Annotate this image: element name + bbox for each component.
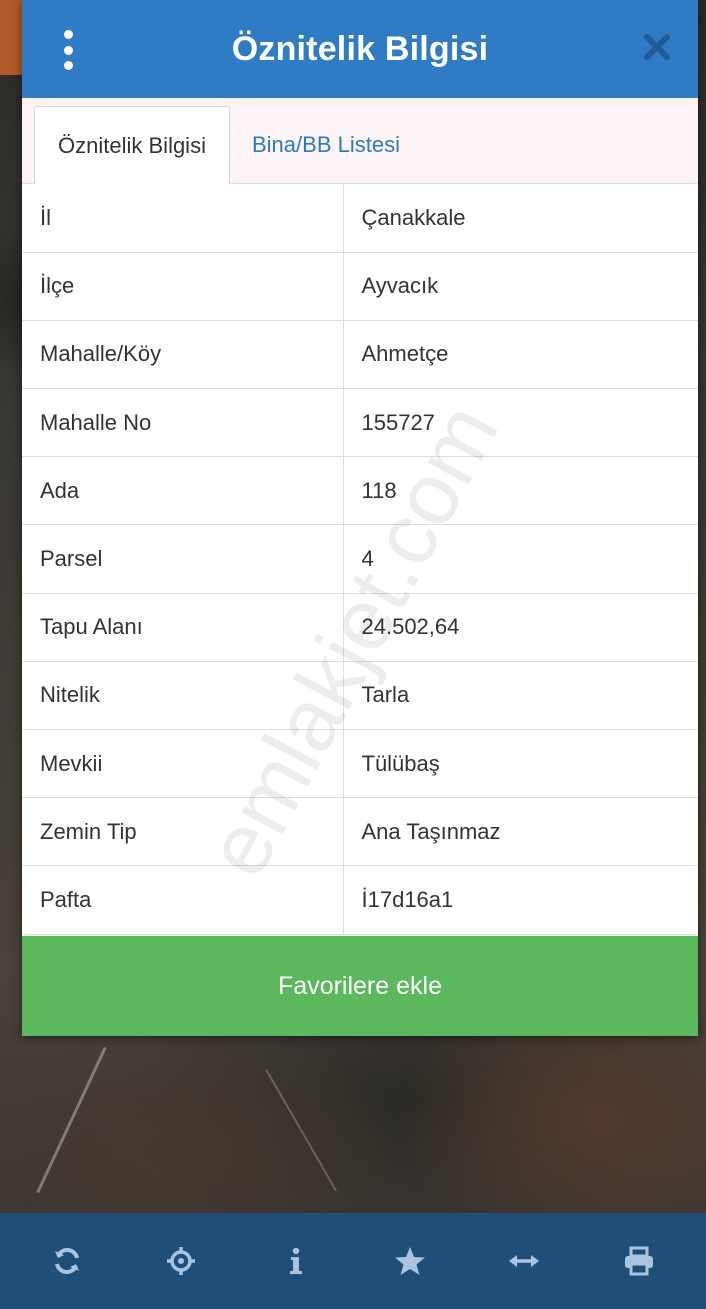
attribute-value: Tarla — [343, 661, 698, 731]
map-road — [265, 1068, 337, 1192]
table-row: Nitelik Tarla — [22, 661, 698, 731]
attribute-value: Çanakkale — [343, 184, 698, 253]
measure-icon[interactable] — [494, 1231, 554, 1291]
attribute-key: Mahalle/Köy — [22, 320, 344, 390]
attribute-table: İl Çanakkale İlçe Ayvacık Mahalle/Köy Ahmetçe… — [22, 184, 698, 935]
attribute-key: Zemin Tip — [22, 797, 344, 867]
dialog-header: Öznitelik Bilgisi — [22, 0, 698, 98]
attribute-key: Pafta — [22, 865, 344, 935]
attribute-value: 24.502,64 — [343, 593, 698, 662]
attribute-value: İ17d16a1 — [343, 865, 698, 935]
table-row: Mahalle No 155727 — [22, 388, 698, 458]
bottom-toolbar — [0, 1213, 706, 1309]
attribute-key: Nitelik — [22, 661, 344, 731]
table-row: Zemin Tip Ana Taşınmaz — [22, 797, 698, 867]
map-feature — [0, 0, 22, 75]
add-to-favorites-button[interactable]: Favorilere ekle — [22, 936, 698, 1036]
star-icon[interactable] — [380, 1231, 440, 1291]
table-row: İl Çanakkale — [22, 184, 698, 253]
more-menu-icon[interactable] — [56, 30, 80, 70]
print-icon[interactable] — [609, 1231, 669, 1291]
attribute-value: Tülübaş — [343, 729, 698, 799]
attribute-key: Mevkii — [22, 729, 344, 799]
attribute-key: İlçe — [22, 252, 344, 321]
attribute-value: 4 — [343, 524, 698, 594]
table-row: Mevkii Tülübaş — [22, 729, 698, 799]
table-row: Tapu Alanı 24.502,64 — [22, 593, 698, 662]
attribute-key: Parsel — [22, 524, 344, 594]
attribute-value: 118 — [343, 456, 698, 526]
tab-attribute-info[interactable]: Öznitelik Bilgisi — [34, 106, 230, 184]
attribute-key: Mahalle No — [22, 388, 344, 458]
map-road — [36, 1046, 107, 1194]
attribute-dialog: Öznitelik Bilgisi Öznitelik Bilgisi Bina… — [22, 0, 698, 1036]
attribute-value: Ahmetçe — [343, 320, 698, 390]
attribute-value: 155727 — [343, 388, 698, 458]
attribute-key: Ada — [22, 456, 344, 526]
dialog-title: Öznitelik Bilgisi — [231, 29, 489, 68]
attribute-key: Tapu Alanı — [22, 593, 344, 662]
attribute-value: Ana Taşınmaz — [343, 797, 698, 867]
table-row: Ada 118 — [22, 456, 698, 526]
table-row: Pafta İ17d16a1 — [22, 865, 698, 935]
refresh-icon[interactable] — [37, 1231, 97, 1291]
table-row: İlçe Ayvacık — [22, 252, 698, 321]
tab-bar: Öznitelik Bilgisi Bina/BB Listesi — [22, 98, 698, 184]
attribute-value: Ayvacık — [343, 252, 698, 321]
close-icon[interactable] — [642, 32, 672, 62]
table-row: Parsel 4 — [22, 524, 698, 594]
tab-building-list[interactable]: Bina/BB Listesi — [252, 106, 400, 184]
attribute-key: İl — [22, 184, 344, 253]
info-icon[interactable] — [266, 1231, 326, 1291]
locate-icon[interactable] — [151, 1231, 211, 1291]
table-row: Mahalle/Köy Ahmetçe — [22, 320, 698, 390]
